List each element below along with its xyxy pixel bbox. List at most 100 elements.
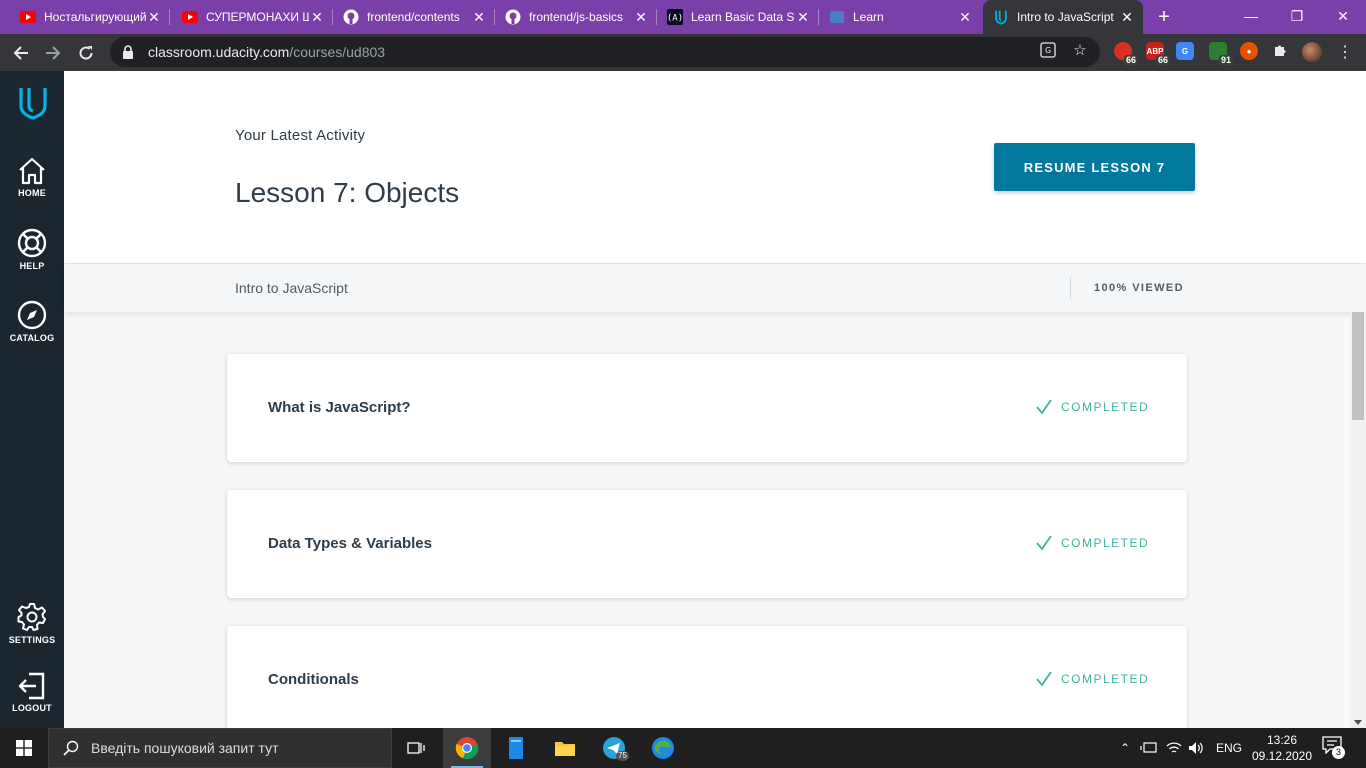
resume-lesson-button[interactable]: RESUME LESSON 7 <box>994 143 1195 191</box>
profile-avatar[interactable] <box>1302 42 1322 62</box>
youtube-icon <box>182 9 198 25</box>
lesson-title[interactable]: Lesson 7: Objects <box>235 177 459 209</box>
address-bar[interactable]: classroom.udacity.com/courses/ud803 <box>110 37 1100 67</box>
tab-title: Learn <box>853 10 884 24</box>
close-icon[interactable]: ✕ <box>795 9 811 25</box>
browser-tab-strip: Ностальгирующий ✕ СУПЕРМОНАХИ Ш ✕ fronte… <box>0 0 1366 34</box>
back-button[interactable] <box>8 40 34 66</box>
taskbar-search-box[interactable]: Введіть пошуковий запит тут <box>48 728 392 768</box>
sidebar-item-home[interactable]: HOME <box>0 157 64 198</box>
tab-title: СУПЕРМОНАХИ Ш <box>206 10 309 24</box>
arrow-left-icon <box>13 46 28 60</box>
puzzle-extensions-icon[interactable] <box>1271 41 1289 59</box>
chrome-taskbar-icon[interactable] <box>443 728 491 768</box>
google-translate-extension-icon[interactable]: G <box>1176 42 1194 60</box>
wifi-icon[interactable] <box>1166 741 1182 755</box>
taskbar-clock[interactable]: 13:26 09.12.2020 <box>1244 732 1320 764</box>
scroll-down-arrow-icon[interactable] <box>1354 720 1362 725</box>
browser-tab[interactable]: (A) Learn Basic Data St ✕ <box>657 0 819 34</box>
latest-activity-header: Your Latest Activity Lesson 7: Objects R… <box>64 71 1366 263</box>
completed-status: COMPLETED <box>1035 398 1149 416</box>
battery-icon[interactable] <box>1140 741 1158 755</box>
file-taskbar-icon[interactable] <box>492 728 540 768</box>
browser-menu-icon[interactable]: ⋮ <box>1337 42 1353 62</box>
window-close-button[interactable]: ✕ <box>1320 0 1366 32</box>
logout-icon <box>18 672 45 700</box>
close-icon[interactable]: ✕ <box>1119 9 1135 25</box>
divider <box>1070 277 1071 299</box>
lock-icon[interactable] <box>122 45 136 59</box>
windows-logo-icon <box>16 740 32 756</box>
lesson-card[interactable]: What is JavaScript? COMPLETED <box>227 354 1187 462</box>
lesson-card-title: Data Types & Variables <box>268 535 432 552</box>
url-host: classroom.udacity.com <box>148 44 290 60</box>
scrollbar-thumb[interactable] <box>1352 312 1364 420</box>
bookmark-star-icon[interactable]: ☆ <box>1071 41 1089 59</box>
activity-label: Your Latest Activity <box>235 127 366 144</box>
chevron-up-icon[interactable]: ⌃ <box>1118 741 1132 755</box>
notification-center-icon[interactable]: 3 <box>1322 736 1346 760</box>
close-icon[interactable]: ✕ <box>633 9 649 25</box>
clock-date: 09.12.2020 <box>1251 749 1313 763</box>
sidebar-item-label: CATALOG <box>9 333 55 343</box>
extension-icon[interactable]: ● <box>1240 42 1258 60</box>
lesson-list: What is JavaScript? COMPLETED Data Types… <box>64 312 1350 728</box>
restore-button[interactable]: ❐ <box>1274 0 1320 32</box>
browser-toolbar: classroom.udacity.com/courses/ud803 G ☆ … <box>0 34 1366 71</box>
start-button[interactable] <box>0 728 48 768</box>
search-icon <box>63 740 79 756</box>
course-name: Intro to JavaScript <box>235 280 348 296</box>
viewed-percentage: 100% VIEWED <box>1094 282 1184 294</box>
windows-taskbar: Введіть пошуковий запит тут 75 ⌃ ENG 13:… <box>0 728 1366 768</box>
url-path: /courses/ud803 <box>289 44 386 60</box>
telegram-icon[interactable]: 75 <box>590 728 638 768</box>
lesson-card-title: What is JavaScript? <box>268 399 411 416</box>
volume-icon[interactable] <box>1188 741 1204 755</box>
compass-icon <box>17 300 47 330</box>
search-placeholder: Введіть пошуковий запит тут <box>91 740 279 756</box>
gear-icon <box>17 603 46 631</box>
sidebar-item-label: LOGOUT <box>12 703 52 713</box>
input-language[interactable]: ENG <box>1216 741 1242 755</box>
close-icon[interactable]: ✕ <box>146 9 162 25</box>
sidebar-item-help[interactable]: HELP <box>0 228 64 271</box>
edge-icon[interactable] <box>639 728 687 768</box>
sidebar-item-catalog[interactable]: CATALOG <box>0 300 64 343</box>
forward-button[interactable] <box>40 40 66 66</box>
task-view-icon[interactable] <box>392 728 440 768</box>
close-icon[interactable]: ✕ <box>957 9 973 25</box>
browser-tab[interactable]: Learn ✕ <box>819 0 981 34</box>
file-explorer-icon[interactable] <box>541 728 589 768</box>
browser-tab-active[interactable]: Intro to JavaScript ✕ <box>983 0 1143 34</box>
adblock-extension-icon[interactable]: ABP 66 <box>1146 42 1170 66</box>
checkmark-icon <box>1036 671 1052 687</box>
lesson-card[interactable]: Data Types & Variables COMPLETED <box>227 490 1187 598</box>
page-scrollbar[interactable] <box>1350 312 1366 728</box>
browser-tab[interactable]: СУПЕРМОНАХИ Ш ✕ <box>170 0 333 34</box>
page-icon <box>829 9 845 25</box>
extension-icon[interactable]: 91 <box>1209 42 1233 66</box>
sidebar-item-label: SETTINGS <box>8 635 56 645</box>
sidebar-item-logout[interactable]: LOGOUT <box>0 672 64 713</box>
browser-tab[interactable]: frontend/contents ✕ <box>333 0 495 34</box>
github-icon <box>505 9 521 25</box>
sidebar-item-settings[interactable]: SETTINGS <box>0 602 64 645</box>
close-icon[interactable]: ✕ <box>471 9 487 25</box>
close-icon[interactable]: ✕ <box>309 9 325 25</box>
tab-title: Ностальгирующий <box>44 10 146 24</box>
browser-tab[interactable]: Ностальгирующий ✕ <box>0 0 170 34</box>
lesson-card[interactable]: Conditionals COMPLETED <box>227 626 1187 728</box>
browser-tab[interactable]: frontend/js-basics ✕ <box>495 0 657 34</box>
translate-icon[interactable]: G <box>1039 41 1057 59</box>
status-text: COMPLETED <box>1061 672 1150 686</box>
reload-button[interactable] <box>73 40 99 66</box>
new-tab-button[interactable]: + <box>1153 6 1175 28</box>
tab-title: frontend/js-basics <box>529 10 624 24</box>
notification-count: 3 <box>1332 746 1345 759</box>
extension-icon[interactable]: 66 <box>1114 42 1138 66</box>
system-tray: ⌃ ENG <box>1118 728 1242 768</box>
github-icon <box>343 9 359 25</box>
minimize-button[interactable]: — <box>1228 0 1274 32</box>
status-text: COMPLETED <box>1061 536 1150 550</box>
udacity-logo-icon[interactable] <box>17 85 49 121</box>
